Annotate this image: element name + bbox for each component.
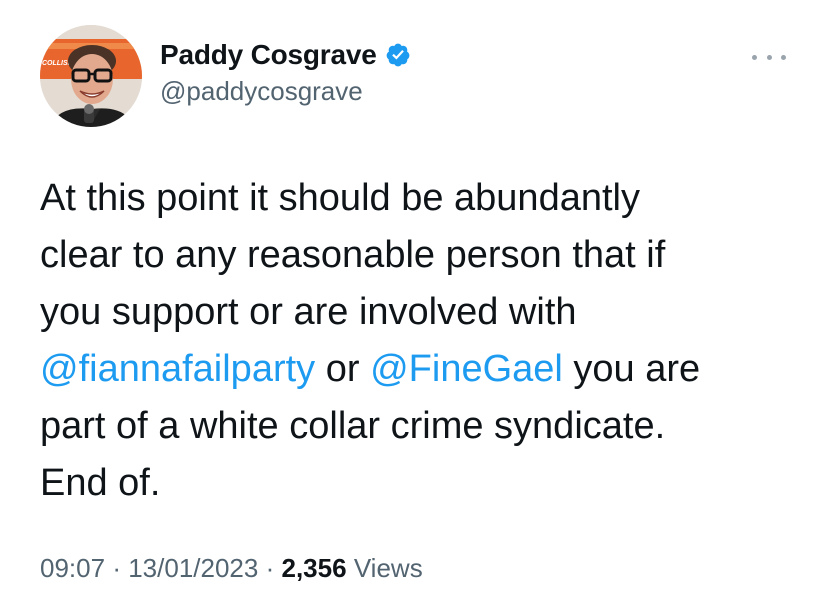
meta-separator: · <box>112 553 121 583</box>
tweet-line: End of. <box>40 462 161 504</box>
tweet-date[interactable]: 13/01/2023 <box>128 553 258 583</box>
author-display-name[interactable]: Paddy Cosgrave <box>160 39 377 71</box>
avatar-photo: COLLISION <box>40 25 142 127</box>
tweet-time[interactable]: 09:07 <box>40 553 105 583</box>
tweet-card: COLLISION Paddy Cosgrave @paddycosgrave … <box>0 0 828 605</box>
tweet-line: At this point it should be abundantly <box>40 177 640 219</box>
author-name-row: Paddy Cosgrave <box>160 38 411 72</box>
more-dot <box>766 54 772 60</box>
tweet-line: clear to any reasonable person that if <box>40 234 666 276</box>
views-count[interactable]: 2,356 <box>282 553 347 583</box>
author-avatar[interactable]: COLLISION <box>40 25 142 127</box>
author-handle[interactable]: @paddycosgrave <box>160 76 411 107</box>
views-label: Views <box>353 553 423 583</box>
tweet-meta: 09:07 · 13/01/2023 · 2,356 Views <box>40 553 423 584</box>
verified-badge-icon <box>386 43 409 67</box>
tweet-line: you support or are involved with <box>40 291 577 333</box>
more-dot <box>752 54 757 60</box>
author-info: Paddy Cosgrave @paddycosgrave <box>160 38 411 107</box>
mention-fiannafailparty[interactable]: @fiannafailparty <box>40 348 315 390</box>
tweet-line: part of a white collar crime syndicate. <box>40 405 666 447</box>
tweet-line: @fiannafailparty or @FineGael you are <box>40 341 800 398</box>
mention-finegael[interactable]: @FineGael <box>370 348 563 390</box>
tweet-word: you are <box>573 348 701 390</box>
tweet-word: or <box>325 348 360 390</box>
more-options-icon[interactable] <box>752 50 786 64</box>
meta-separator: · <box>265 553 275 583</box>
more-dot <box>781 54 786 60</box>
tweet-text: At this point it should be abundantly cl… <box>40 170 800 512</box>
